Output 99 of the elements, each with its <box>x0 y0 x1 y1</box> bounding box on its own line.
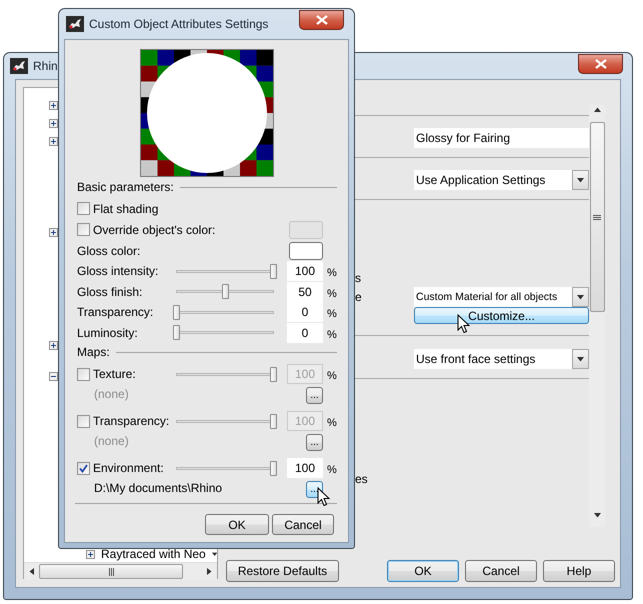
scroll-up-icon <box>594 107 600 112</box>
slider-thumb[interactable] <box>270 460 277 476</box>
slider-thumb[interactable] <box>173 304 180 320</box>
slider-thumb[interactable] <box>173 325 180 340</box>
slider-track[interactable] <box>173 284 277 300</box>
scroll-right-icon <box>207 568 212 575</box>
number-field[interactable]: 0 <box>287 302 323 322</box>
dialog-button[interactable]: Cancel <box>272 514 334 535</box>
checkbox-label: Texture: <box>93 367 136 381</box>
number-field[interactable]: 50 <box>287 282 323 302</box>
tree-expander[interactable] <box>49 340 58 350</box>
slider-thumb[interactable] <box>270 414 277 428</box>
checkbox-label: Environment: <box>93 461 164 475</box>
scroll-left-icon <box>29 568 34 575</box>
dropdown-field[interactable]: Use front face settings <box>414 349 572 369</box>
unit-label: % <box>327 463 338 476</box>
tree-expander[interactable] <box>49 372 58 380</box>
slider-thumb[interactable] <box>222 284 228 300</box>
number-field[interactable]: 0 <box>287 322 323 343</box>
horizontal-scrollbar[interactable] <box>24 562 217 580</box>
scrollbar-thumb[interactable] <box>39 564 183 579</box>
checkbox[interactable] <box>77 462 90 474</box>
color-swatch[interactable] <box>289 242 323 260</box>
slider-track[interactable] <box>173 264 277 279</box>
slider-thumb[interactable] <box>270 366 277 382</box>
caret-icon <box>212 552 217 556</box>
close-button[interactable] <box>578 54 623 74</box>
dialog-button[interactable]: Cancel <box>465 560 537 582</box>
close-button[interactable] <box>299 10 344 30</box>
section-heading: Basic parameters: <box>77 180 174 194</box>
slider-track[interactable] <box>173 460 277 476</box>
browse-button[interactable]: ... <box>306 387 323 404</box>
field-label: Gloss finish: <box>77 284 144 299</box>
unit-label: % <box>327 266 338 280</box>
dialog-button[interactable]: Help <box>543 560 615 582</box>
checkbox[interactable] <box>77 223 90 236</box>
number-field[interactable]: 100 <box>287 458 323 478</box>
tree-item[interactable]: Raytraced with Neo <box>101 547 206 561</box>
app-icon <box>66 16 84 32</box>
tree-expander[interactable] <box>49 118 58 128</box>
slider-thumb[interactable] <box>270 264 277 279</box>
tree-expander[interactable] <box>49 100 58 110</box>
unit-label: % <box>327 416 338 429</box>
checkbox[interactable] <box>77 368 90 380</box>
field-label: Transparency: <box>77 305 154 320</box>
checkbox-label: Flat shading <box>93 202 158 216</box>
scrollbar-thumb[interactable] <box>590 122 604 312</box>
field-label: Gloss color: <box>77 244 142 258</box>
section-heading: Maps: <box>77 345 110 359</box>
option-label: e <box>355 290 362 304</box>
caret-icon <box>577 356 584 362</box>
vertical-scrollbar[interactable] <box>589 105 605 527</box>
dropdown-button[interactable] <box>572 170 589 190</box>
slider-track[interactable] <box>173 304 277 320</box>
scroll-down-icon <box>594 513 600 518</box>
dialog-title: Custom Object Attributes Settings <box>89 17 268 31</box>
checkbox[interactable] <box>77 414 90 428</box>
file-path-label: (none) <box>93 387 130 401</box>
unit-label: % <box>327 286 338 300</box>
slider-track[interactable] <box>173 414 277 428</box>
grip-icon <box>108 568 114 576</box>
close-icon <box>594 59 606 69</box>
dialog-button[interactable]: OK <box>387 560 459 582</box>
dropdown-field[interactable]: Use Application Settings <box>414 170 572 190</box>
grip-icon <box>593 214 601 220</box>
field-label: Gloss intensity: <box>77 264 160 278</box>
dropdown-field[interactable]: Custom Material for all objects <box>414 287 572 307</box>
file-path-label: D:\My documents\Rhino <box>93 481 224 495</box>
file-path-label: (none) <box>93 434 130 448</box>
window-title: Rhin <box>33 59 58 73</box>
browse-button[interactable]: ... <box>306 434 323 451</box>
checkbox-label: Override object's color: <box>93 222 216 236</box>
option-label: es <box>355 472 368 486</box>
tree-expander[interactable] <box>86 550 95 558</box>
dropdown-button[interactable] <box>572 349 589 369</box>
field-label: Luminosity: <box>77 326 139 340</box>
cursor-icon <box>457 314 470 334</box>
tree-expander[interactable] <box>49 228 58 236</box>
close-icon <box>316 15 328 25</box>
tree-expander[interactable] <box>49 136 58 146</box>
restore-defaults-button[interactable]: Restore Defaults <box>226 560 339 582</box>
app-icon <box>10 58 28 74</box>
color-swatch[interactable] <box>289 220 323 238</box>
unit-label: % <box>327 328 338 341</box>
slider-track[interactable] <box>173 366 277 382</box>
text-field[interactable]: Glossy for Fairing <box>414 128 589 148</box>
caret-icon <box>577 294 584 300</box>
dropdown-button[interactable] <box>572 287 589 307</box>
unit-label: % <box>327 369 338 382</box>
dialog-button[interactable]: OK <box>205 514 269 535</box>
option-label: s <box>355 270 361 284</box>
customize-button[interactable]: Customize... <box>414 307 589 324</box>
checkbox[interactable] <box>77 202 90 215</box>
caret-icon <box>577 178 584 182</box>
slider-track[interactable] <box>173 325 277 340</box>
cursor-icon <box>317 487 330 507</box>
unit-label: % <box>327 307 338 320</box>
checkbox-label: Transparency: <box>93 414 170 428</box>
number-field[interactable]: 100 <box>287 261 323 282</box>
